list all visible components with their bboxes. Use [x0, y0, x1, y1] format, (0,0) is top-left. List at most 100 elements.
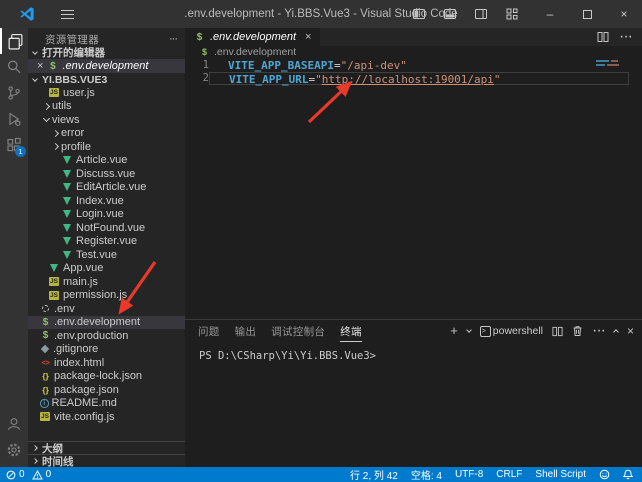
tree-file-.env[interactable]: .env — [28, 302, 185, 316]
eol-sequence[interactable]: CRLF — [496, 469, 522, 480]
editor-more-actions-icon[interactable]: ··· — [619, 28, 632, 46]
close-tab-icon[interactable]: × — [305, 31, 311, 43]
tree-folder-error[interactable]: error — [28, 127, 185, 141]
tree-file-.env.production[interactable]: $.env.production — [28, 329, 185, 343]
search-icon[interactable] — [0, 54, 28, 80]
minimize-button[interactable]: – — [544, 8, 556, 20]
close-window-button[interactable]: × — [618, 8, 630, 20]
terminal-content[interactable]: PS D:\CSharp\Yi\Yi.BBS.Vue3> — [185, 342, 642, 467]
code-editor[interactable]: 1VITE_APP_BASEAPI="/api-dev"2VITE_APP_UR… — [185, 58, 642, 319]
toggle-sidebar-icon[interactable] — [412, 7, 426, 21]
chevron-right-icon — [52, 143, 59, 150]
outline-section[interactable]: 大纲 — [28, 441, 185, 454]
tree-file-EditArticle.vue[interactable]: EditArticle.vue — [28, 181, 185, 195]
tree-file-vite.config.js[interactable]: JSvite.config.js — [28, 410, 185, 424]
code-line-1[interactable]: 1VITE_APP_BASEAPI="/api-dev" — [185, 59, 642, 72]
customize-layout-icon[interactable] — [505, 7, 519, 21]
run-debug-icon[interactable] — [0, 106, 28, 132]
warning-count: 0 — [46, 469, 52, 480]
tree-file-Index.vue[interactable]: Index.vue — [28, 194, 185, 208]
tree-folder-views[interactable]: views — [28, 113, 185, 127]
extensions-icon[interactable]: 1 — [0, 132, 28, 158]
tree-file-.env.development[interactable]: $.env.development — [28, 316, 185, 330]
tree-item-label: EditArticle.vue — [76, 181, 146, 193]
tree-item-label: App.vue — [63, 262, 103, 274]
open-editor-item[interactable]: × $ .env.development — [28, 59, 185, 73]
encoding[interactable]: UTF-8 — [455, 469, 483, 480]
tree-file-Test.vue[interactable]: Test.vue — [28, 248, 185, 262]
tree-folder-utils[interactable]: utils — [28, 100, 185, 114]
tree-file-Login.vue[interactable]: Login.vue — [28, 208, 185, 222]
url-link[interactable]: http://localhost:19001/api — [322, 73, 494, 86]
feedback-smiley-icon[interactable] — [599, 469, 610, 480]
settings-gear-icon[interactable] — [0, 437, 28, 463]
panel-more-actions-icon[interactable]: ··· — [592, 322, 605, 340]
panel-tab-问题[interactable]: 问题 — [198, 321, 220, 342]
maximize-button[interactable] — [581, 8, 593, 20]
project-section[interactable]: YI.BBS.VUE3 — [28, 73, 185, 86]
tree-file-package.json[interactable]: {}package.json — [28, 383, 185, 397]
minimap[interactable] — [596, 60, 626, 68]
close-panel-icon[interactable]: × — [627, 324, 634, 338]
toggle-secondary-sidebar-icon[interactable] — [474, 7, 488, 21]
vscode-window: .env.development - Yi.BBS.Vue3 - Visual … — [0, 0, 642, 482]
terminal-dropdown-icon[interactable] — [466, 327, 472, 333]
new-terminal-icon[interactable]: + — [450, 326, 458, 336]
explorer-icon[interactable] — [0, 28, 28, 54]
tree-folder-profile[interactable]: profile — [28, 140, 185, 154]
split-editor-icon[interactable] — [597, 31, 609, 43]
tree-file-NotFound.vue[interactable]: NotFound.vue — [28, 221, 185, 235]
tree-file-.gitignore[interactable]: .gitignore — [28, 343, 185, 357]
tree-item-label: utils — [52, 100, 72, 112]
tree-file-App.vue[interactable]: App.vue — [28, 262, 185, 276]
problems-status[interactable]: 0 0 — [0, 469, 51, 480]
tab-env-development[interactable]: $ .env.development × — [185, 28, 320, 46]
tree-item-label: Test.vue — [76, 249, 117, 261]
panel-tab-调试控制台[interactable]: 调试控制台 — [271, 321, 325, 342]
error-circle-icon — [6, 470, 16, 480]
tree-file-main.js[interactable]: JSmain.js — [28, 275, 185, 289]
toggle-panel-icon[interactable] — [443, 7, 457, 21]
tree-item-label: main.js — [63, 276, 98, 288]
source-control-icon[interactable] — [0, 80, 28, 106]
line-number: 1 — [185, 59, 209, 72]
open-editors-section[interactable]: 打开的编辑器 — [28, 46, 185, 59]
menu-hamburger-icon[interactable] — [61, 10, 74, 19]
git-file-icon — [41, 345, 49, 353]
powershell-icon: > — [480, 326, 491, 337]
account-icon[interactable] — [0, 411, 28, 437]
tree-file-user.js[interactable]: JSuser.js — [28, 86, 185, 100]
terminal-shell-selector[interactable]: > powershell — [480, 325, 543, 337]
tree-file-Register.vue[interactable]: Register.vue — [28, 235, 185, 249]
code-line-2[interactable]: 2VITE_APP_URL="http://localhost:19001/ap… — [185, 72, 642, 85]
tree-file-README.md[interactable]: iREADME.md — [28, 397, 185, 411]
chevron-right-icon — [52, 130, 59, 137]
indentation[interactable]: 空格: 4 — [411, 467, 442, 482]
file-tree: JSuser.jsutilsviewserrorprofileArticle.v… — [28, 86, 185, 424]
breadcrumb[interactable]: $ .env.development — [185, 46, 642, 58]
cursor-position[interactable]: 行 2, 列 42 — [350, 467, 398, 482]
notifications-bell-icon[interactable] — [623, 469, 633, 480]
vue-file-icon — [63, 183, 71, 191]
js-file-icon: JS — [40, 412, 50, 421]
tree-file-permission.js[interactable]: JSpermission.js — [28, 289, 185, 303]
kill-terminal-trash-icon[interactable] — [572, 325, 583, 337]
tree-file-Article.vue[interactable]: Article.vue — [28, 154, 185, 168]
sidebar-more-actions-icon[interactable]: ··· — [169, 33, 177, 45]
open-editors-label: 打开的编辑器 — [42, 45, 105, 60]
timeline-section[interactable]: 时间线 — [28, 454, 185, 467]
close-icon[interactable]: × — [37, 60, 43, 72]
tree-file-index.html[interactable]: <>index.html — [28, 356, 185, 370]
maximize-panel-icon[interactable] — [613, 329, 619, 335]
gear-file-icon — [42, 305, 49, 312]
tree-file-package-lock.json[interactable]: {}package-lock.json — [28, 370, 185, 384]
tree-item-label: .gitignore — [53, 343, 98, 355]
split-terminal-icon[interactable] — [552, 326, 563, 337]
tree-file-Discuss.vue[interactable]: Discuss.vue — [28, 167, 185, 181]
vue-file-icon — [63, 197, 71, 205]
shell-file-icon: $ — [47, 61, 58, 72]
panel-tab-终端[interactable]: 终端 — [340, 321, 362, 342]
panel-tab-输出[interactable]: 输出 — [235, 321, 257, 342]
vue-file-icon — [63, 156, 71, 164]
language-mode[interactable]: Shell Script — [535, 469, 586, 480]
